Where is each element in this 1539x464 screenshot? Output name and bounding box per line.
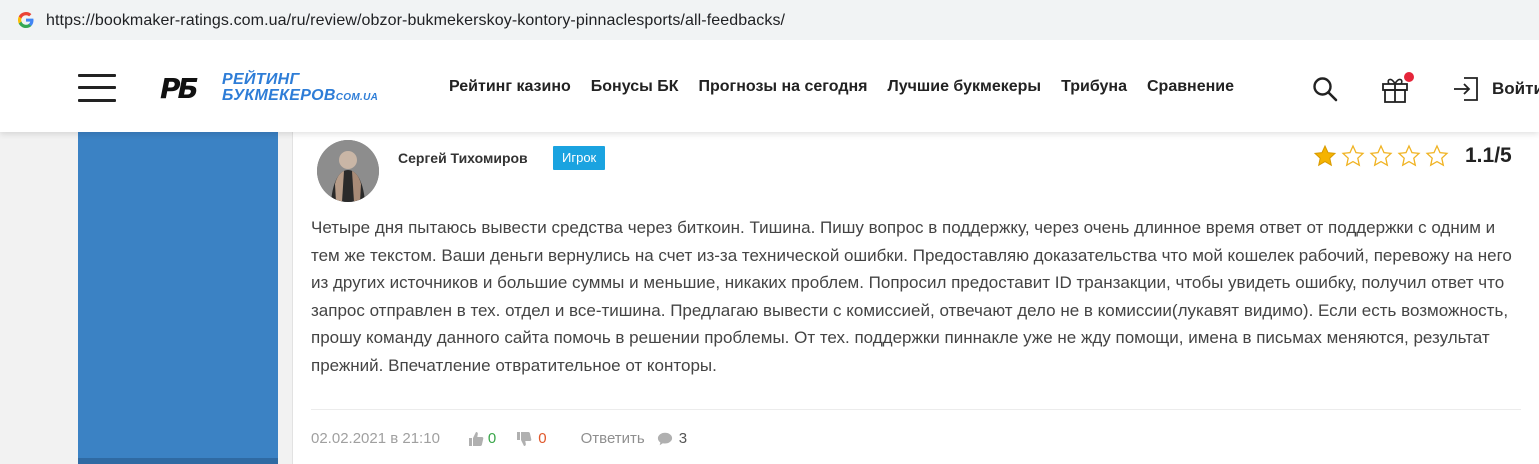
star-empty-icon [1397, 144, 1421, 167]
site-header: РБ РЕЙТИНГ БУКМЕКЕРОВCOM.UA Рейтинг кази… [0, 40, 1539, 132]
logo-line2: БУКМЕКЕРОВCOM.UA [222, 87, 379, 104]
page: РБ РЕЙТИНГ БУКМЕКЕРОВCOM.UA Рейтинг кази… [0, 40, 1539, 464]
comments-count: 3 [678, 430, 688, 447]
author-name[interactable]: Сергей Тихомиров [398, 150, 528, 166]
rating-value: 1.1/5 [1465, 144, 1512, 167]
sidebar-bottom-strip [78, 458, 278, 464]
star-filled-icon [1313, 144, 1337, 167]
role-badge: Игрок [553, 146, 606, 170]
url-text: https://bookmaker-ratings.com.ua/ru/revi… [46, 12, 786, 29]
menu-burger-icon[interactable] [78, 74, 116, 102]
nav-item-compare[interactable]: Сравнение [1147, 78, 1234, 96]
notification-dot [1404, 72, 1414, 82]
nav-item-bonuses[interactable]: Бонусы БК [591, 78, 679, 96]
divider [311, 409, 1521, 410]
login-button[interactable]: Войти [1452, 76, 1539, 102]
like-button[interactable]: 0 [468, 430, 496, 447]
logo-mark: РБ [160, 72, 199, 105]
nav-item-best-bookmakers[interactable]: Лучшие букмекеры [887, 78, 1041, 96]
like-count: 0 [487, 430, 497, 447]
nav-item-casino-rating[interactable]: Рейтинг казино [449, 78, 571, 96]
main-nav: Рейтинг казино Бонусы БК Прогнозы на сег… [449, 78, 1271, 96]
sidebar-banner [78, 132, 278, 464]
browser-address-bar: https://bookmaker-ratings.com.ua/ru/revi… [0, 0, 1539, 40]
site-logo[interactable]: РБ РЕЙТИНГ БУКМЕКЕРОВCOM.UA [160, 72, 400, 106]
url-field[interactable]: https://bookmaker-ratings.com.ua/ru/revi… [4, 3, 1535, 36]
comment-icon [657, 432, 672, 445]
rating-stars [1313, 144, 1453, 168]
thumbs-up-icon [468, 431, 484, 446]
search-icon[interactable] [1312, 76, 1338, 102]
star-empty-icon [1369, 144, 1393, 167]
nav-item-predictions[interactable]: Прогнозы на сегодня [699, 78, 868, 96]
nav-item-tribune[interactable]: Трибуна [1061, 78, 1127, 96]
review-date: 02.02.2021 в 21:10 [311, 430, 440, 447]
dislike-button[interactable]: 0 [516, 430, 547, 447]
star-empty-icon [1425, 144, 1449, 167]
login-icon [1454, 77, 1478, 101]
avatar-photo [317, 140, 379, 202]
google-icon [18, 12, 34, 28]
rating: 1.1/5 [1313, 144, 1512, 168]
avatar[interactable] [317, 140, 379, 202]
thumbs-down-icon [517, 431, 532, 446]
review-footer: 02.02.2021 в 21:10 0 0 Ответить 3 [311, 430, 687, 447]
review-card: Сергей Тихомиров Игрок 1.1/5 Четыре дня … [292, 132, 1539, 464]
dislike-count: 0 [538, 430, 547, 447]
review-text: Четыре дня пытаюсь вывести средства чере… [311, 218, 1512, 375]
nav-fade [1232, 70, 1280, 104]
reply-link[interactable]: Ответить [581, 430, 645, 447]
comments-button[interactable]: 3 [657, 430, 687, 447]
logo-line1: РЕЙТИНГ [222, 71, 300, 88]
login-label: Войти [1492, 79, 1539, 98]
star-empty-icon [1341, 144, 1365, 167]
